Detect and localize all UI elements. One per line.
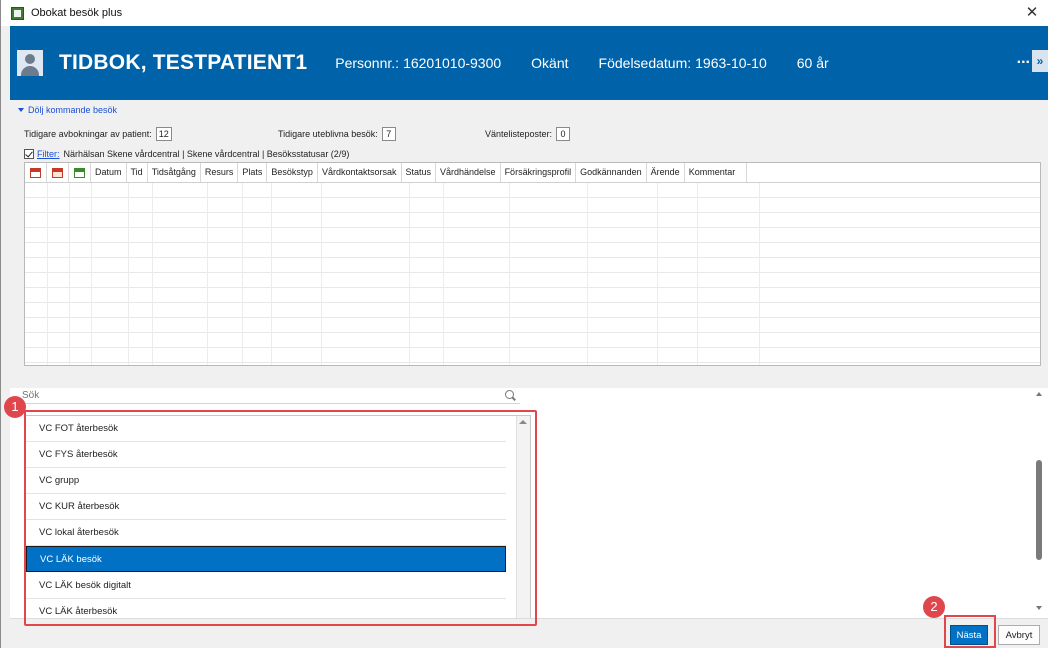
stat-waitlist-label: Väntelisteposter:	[485, 129, 553, 139]
list-item[interactable]: VC grupp	[26, 468, 506, 494]
search-icon[interactable]	[505, 390, 514, 399]
birthdate-value: 1963-10-10	[695, 55, 767, 71]
stat-waitlist-value: 0	[556, 127, 571, 141]
grid-divider	[321, 183, 322, 365]
grid-col-icon-2[interactable]	[47, 163, 69, 182]
grid-divider	[587, 183, 588, 365]
list-item[interactable]: VC LÄK besök digitalt	[26, 573, 506, 599]
patient-name: TIDBOK, TESTPATIENT1	[59, 51, 308, 74]
grid-divider	[509, 183, 510, 365]
upcoming-visits-panel: Dölj kommande besök Tidigare avbokningar…	[10, 100, 1048, 388]
list-item[interactable]: VC FOT återbesök	[26, 416, 506, 442]
grid-col-vardhandelse[interactable]: Vårdhändelse	[436, 163, 501, 182]
stat-no-shows: Tidigare uteblivna besök: 7	[278, 127, 396, 141]
grid-col-kommentar[interactable]: Kommentar	[685, 163, 747, 182]
scroll-up-icon[interactable]	[1036, 392, 1042, 396]
grid-divider	[128, 183, 129, 365]
stat-cancellations-value: 12	[155, 127, 172, 141]
panel-scrollbar[interactable]	[1032, 388, 1048, 614]
grid-divider	[91, 183, 92, 365]
list-item-selected[interactable]: VC LÄK besök	[26, 546, 506, 572]
more-options-button[interactable]: ...	[1017, 50, 1030, 68]
list-item[interactable]: VC lokal återbesök	[26, 520, 506, 546]
calendar-green-icon	[74, 167, 85, 178]
grid-divider	[409, 183, 410, 365]
window-titlebar: Obokat besök plus ✕	[0, 0, 1048, 26]
grid-col-besokstyp[interactable]: Besökstyp	[267, 163, 318, 182]
stat-waitlist: Väntelisteposter: 0	[485, 127, 571, 141]
stat-no-shows-label: Tidigare uteblivna besök:	[278, 129, 378, 139]
filter-link[interactable]: Filter:	[37, 149, 60, 159]
dialog-footer: Nästa Avbryt	[10, 618, 1048, 648]
grid-divider	[657, 183, 658, 365]
grid-divider	[152, 183, 153, 365]
close-icon[interactable]: ✕	[1022, 3, 1042, 23]
age-value: 60 år	[796, 55, 829, 71]
list-item[interactable]: VC KUR återbesök	[26, 494, 506, 520]
filter-text: Närhälsan Skene vårdcentral | Skene vård…	[63, 149, 350, 159]
visit-type-list[interactable]: VC FOT återbesök VC FYS återbesök VC gru…	[24, 415, 531, 622]
visit-type-area: VC FOT återbesök VC FYS återbesök VC gru…	[10, 388, 1048, 648]
grid-divider	[443, 183, 444, 365]
filter-checkbox[interactable]	[24, 149, 34, 159]
stat-no-shows-value: 7	[381, 127, 396, 141]
app-icon	[11, 6, 24, 20]
personnr-field: Personnr.: 16201010-9300	[335, 55, 501, 71]
grid-col-icon-3[interactable]	[69, 163, 91, 182]
grid-col-icon-1[interactable]	[25, 163, 47, 182]
expand-header-button[interactable]: »	[1032, 50, 1048, 72]
stat-cancellations-label: Tidigare avbokningar av patient:	[24, 129, 152, 139]
grid-divider	[697, 183, 698, 365]
window-title: Obokat besök plus	[31, 7, 123, 19]
grid-col-vardkontaktsorsak[interactable]: Vårdkontaktsorsak	[318, 163, 402, 182]
grid-col-tidsatgang[interactable]: Tidsåtgång	[148, 163, 201, 182]
list-scrollbar[interactable]	[516, 416, 530, 621]
patient-header: TIDBOK, TESTPATIENT1 Personnr.: 16201010-…	[10, 26, 1048, 100]
grid-header: Datum Tid Tidsåtgång Resurs Plats Besöks…	[25, 163, 1040, 183]
grid-divider	[47, 183, 48, 365]
personnr-value: 16201010-9300	[403, 55, 502, 71]
grid-col-forsakringsprofil[interactable]: Försäkringsprofil	[501, 163, 577, 182]
grid-col-resurs[interactable]: Resurs	[201, 163, 239, 182]
patient-avatar-icon	[17, 50, 43, 76]
scroll-down-icon[interactable]	[1036, 606, 1042, 610]
birthdate-label: Födelsedatum:	[598, 55, 692, 71]
grid-col-datum[interactable]: Datum	[91, 163, 127, 182]
personnr-label: Personnr.:	[335, 55, 400, 71]
triangle-down-icon	[18, 108, 24, 112]
hide-upcoming-visits-link[interactable]: Dölj kommande besök	[18, 105, 117, 115]
grid-col-plats[interactable]: Plats	[238, 163, 268, 182]
grid-divider	[271, 183, 272, 365]
search-input[interactable]	[22, 390, 492, 401]
scroll-up-icon[interactable]	[519, 420, 527, 424]
cancel-button[interactable]: Avbryt	[998, 625, 1040, 645]
annotation-badge-1: 1	[4, 396, 26, 418]
gender-value: Okänt	[531, 55, 569, 71]
grid-divider	[242, 183, 243, 365]
stat-cancellations: Tidigare avbokningar av patient: 12	[24, 127, 172, 141]
grid-divider	[759, 183, 760, 365]
list-item[interactable]: VC FYS återbesök	[26, 442, 506, 468]
next-button[interactable]: Nästa	[950, 625, 988, 645]
grid-col-godkannanden[interactable]: Godkännanden	[576, 163, 647, 182]
annotation-badge-2: 2	[923, 596, 945, 618]
window-left-edge	[0, 26, 10, 648]
hide-upcoming-visits-label: Dölj kommande besök	[28, 105, 118, 115]
upcoming-visits-grid[interactable]: Datum Tid Tidsåtgång Resurs Plats Besöks…	[24, 162, 1041, 366]
grid-col-status[interactable]: Status	[402, 163, 437, 182]
search-row	[22, 388, 520, 404]
grid-divider	[69, 183, 70, 365]
birthdate-field: Födelsedatum: 1963-10-10	[599, 55, 767, 71]
calendar-red-icon	[30, 167, 41, 178]
grid-divider	[207, 183, 208, 365]
grid-col-tid[interactable]: Tid	[127, 163, 148, 182]
grid-body	[25, 183, 1040, 365]
calendar-red-alt-icon	[52, 167, 63, 178]
scroll-thumb[interactable]	[1036, 460, 1042, 560]
filter-row: Filter: Närhälsan Skene vårdcentral | Sk…	[24, 149, 349, 159]
grid-col-arende[interactable]: Ärende	[647, 163, 685, 182]
